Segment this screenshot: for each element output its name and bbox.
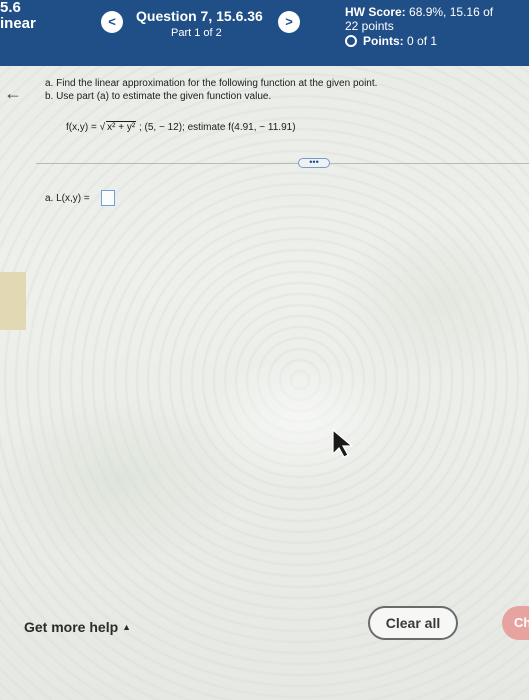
question-title: Question 7, 15.6.36 xyxy=(136,8,263,24)
chevron-left-icon: < xyxy=(108,14,116,29)
caret-up-icon: ▲ xyxy=(122,622,132,632)
hw-score-label: HW Score: xyxy=(345,5,406,19)
answer-label: a. L(x,y) = xyxy=(45,193,90,204)
hw-score: HW Score: 68.9%, 15.16 of 22 points xyxy=(345,5,529,33)
square-root-icon: √ xyxy=(99,122,106,133)
get-more-help-button[interactable]: Get more help ▲ xyxy=(24,619,131,635)
hw-score-total: 22 points xyxy=(345,19,394,33)
clear-all-button[interactable]: Clear all xyxy=(368,606,458,640)
points-status: Points: 0 of 1 xyxy=(345,34,437,48)
help-label: Get more help xyxy=(24,619,119,635)
instruction-b: b. Use part (a) to estimate the given fu… xyxy=(45,91,272,102)
chevron-right-icon: > xyxy=(285,14,293,29)
question-instructions: a. Find the linear approximation for the… xyxy=(45,77,377,103)
section-divider xyxy=(36,163,529,164)
question-part: Part 1 of 2 xyxy=(171,27,222,39)
mouse-pointer-icon xyxy=(332,428,354,458)
section-number: 5.6 xyxy=(0,0,21,16)
formula-prefix: f(x,y) = xyxy=(66,122,97,133)
answer-input[interactable] xyxy=(101,190,115,206)
screen-background xyxy=(0,0,529,700)
next-question-button[interactable]: > xyxy=(278,11,300,33)
more-options-button[interactable]: ••• xyxy=(298,158,330,168)
header-bar: 5.6 inear < Question 7, 15.6.36 Part 1 o… xyxy=(0,0,529,66)
instruction-a: a. Find the linear approximation for the… xyxy=(45,78,378,89)
arrow-left-icon[interactable]: ← xyxy=(4,84,22,102)
formula-radicand: x² + y² xyxy=(106,121,137,133)
side-panel-edge xyxy=(0,272,26,330)
points-label: Points: xyxy=(363,34,404,48)
formula-point-and-estimate: ; (5, − 12); estimate f(4.91, − 11.91) xyxy=(138,122,296,133)
check-answer-button[interactable]: Ch xyxy=(502,606,529,640)
section-name[interactable]: inear xyxy=(0,16,36,32)
function-formula: f(x,y) = √ x² + y² ; (5, − 12); estimate … xyxy=(66,121,296,134)
circle-icon xyxy=(345,35,357,47)
points-value: 0 of 1 xyxy=(407,34,438,48)
previous-question-button[interactable]: < xyxy=(101,11,123,33)
hw-score-value: 68.9%, 15.16 of xyxy=(409,5,494,19)
